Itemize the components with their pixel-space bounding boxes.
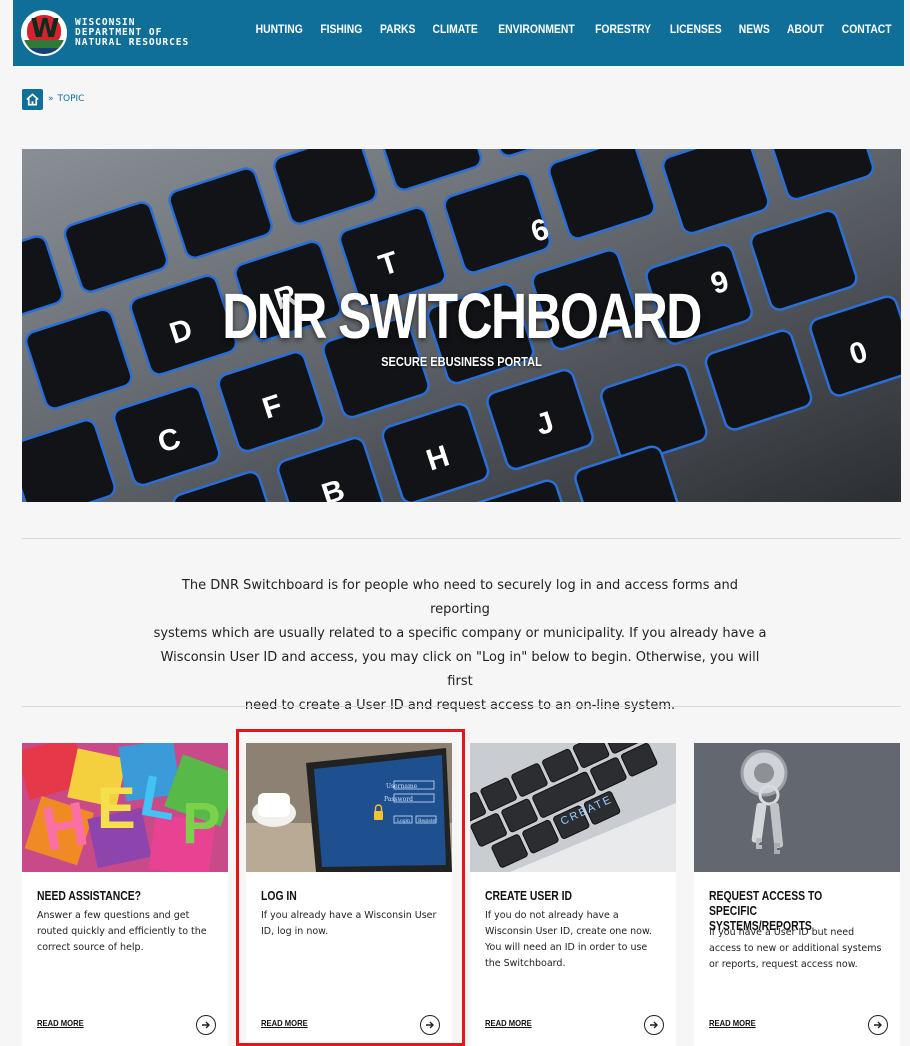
nav-forestry[interactable]: FORESTRY (595, 24, 651, 36)
svg-text:E: E (97, 776, 136, 841)
nav-news[interactable]: NEWS (739, 24, 770, 36)
card-title: CREATE USER ID (485, 888, 573, 903)
card-log-in[interactable]: Username Password Login Register LOG IN … (246, 743, 452, 1046)
logo-line-3: NATURAL RESOURCES (75, 37, 190, 48)
breadcrumb-current: TOPIC (57, 94, 85, 104)
hero-subtitle: SECURE EBUSINESS PORTAL (381, 354, 542, 369)
arrow-right-icon (874, 1021, 882, 1029)
nav-about[interactable]: ABOUT (787, 24, 824, 36)
arrow-right-icon (202, 1021, 210, 1029)
intro-line-2: systems which are usually related to a s… (153, 626, 767, 641)
breadcrumb-home-button[interactable] (22, 88, 43, 110)
nav-environment[interactable]: ENVIRONMENT (498, 24, 574, 36)
arrow-button[interactable] (196, 1015, 216, 1035)
read-more-link[interactable]: READ MORE (485, 1018, 532, 1028)
card-description: If you already have a Wisconsin User ID,… (261, 910, 437, 937)
card-create-user-id[interactable]: CREATE CREATE USER ID If you do not alre… (470, 743, 676, 1046)
read-more-link[interactable]: READ MORE (709, 1018, 756, 1028)
intro-line-1: The DNR Switchboard is for people who ne… (181, 578, 739, 617)
intro-line-3: Wisconsin User ID and access, you may cl… (160, 650, 760, 689)
intro-text: The DNR Switchboard is for people who ne… (150, 574, 770, 718)
hero-title: DNR SWITCHBOARD (222, 280, 702, 352)
nav-contact[interactable]: CONTACT (841, 24, 891, 36)
logo-text: WISCONSIN DEPARTMENT OF NATURAL RESOURCE… (75, 18, 189, 48)
nav-climate[interactable]: CLIMATE (433, 24, 478, 36)
nav-licenses[interactable]: LICENSES (670, 24, 722, 36)
card-request-access[interactable]: REQUEST ACCESS TO SPECIFIC SYSTEMS/REPOR… (694, 743, 900, 1046)
help-blocks-image: H E L P (22, 743, 228, 872)
nav-fishing[interactable]: FISHING (321, 24, 363, 36)
nav-hunting[interactable]: HUNTING (255, 24, 302, 36)
arrow-button[interactable] (644, 1015, 664, 1035)
site-header: W WISCONSIN DEPARTMENT OF NATURAL RESOUR… (13, 0, 904, 66)
dnr-logo-icon: W (21, 10, 67, 56)
svg-text:Register: Register (418, 818, 438, 824)
divider-top (22, 538, 901, 539)
card-title: NEED ASSISTANCE? (37, 888, 142, 903)
svg-text:Login: Login (397, 818, 410, 824)
read-more-link[interactable]: READ MORE (37, 1018, 84, 1028)
read-more-link[interactable]: READ MORE (261, 1018, 308, 1028)
breadcrumb-separator: » (48, 94, 54, 104)
door-keys-image (694, 743, 900, 872)
dnr-logo[interactable]: W WISCONSIN DEPARTMENT OF NATURAL RESOUR… (21, 6, 189, 60)
keyboard-create-image: CREATE (470, 743, 676, 872)
card-title: LOG IN (261, 888, 297, 903)
card-description: If you have a User ID but need access to… (709, 927, 882, 970)
hero-banner: D R T C F V B H J N 6 9 0 DNR SWITCHBOAR… (22, 149, 901, 502)
breadcrumb: » TOPIC (22, 88, 84, 110)
arrow-button[interactable] (868, 1015, 888, 1035)
svg-text:P: P (182, 791, 221, 856)
divider-bottom (22, 706, 901, 707)
arrow-right-icon (426, 1021, 434, 1029)
tablet-login-image: Username Password Login Register (246, 743, 452, 872)
arrow-right-icon (650, 1021, 658, 1029)
arrow-button[interactable] (420, 1015, 440, 1035)
card-need-assistance[interactable]: H E L P NEED ASSISTANCE? Answer a few qu… (22, 743, 228, 1046)
card-description: Answer a few questions and get routed qu… (37, 910, 207, 953)
home-icon (26, 93, 39, 105)
card-description: If you do not already have a Wisconsin U… (485, 910, 652, 969)
nav-parks[interactable]: PARKS (380, 24, 415, 36)
main-nav: HUNTING FISHING PARKS CLIMATE ENVIRONMEN… (240, 0, 894, 60)
